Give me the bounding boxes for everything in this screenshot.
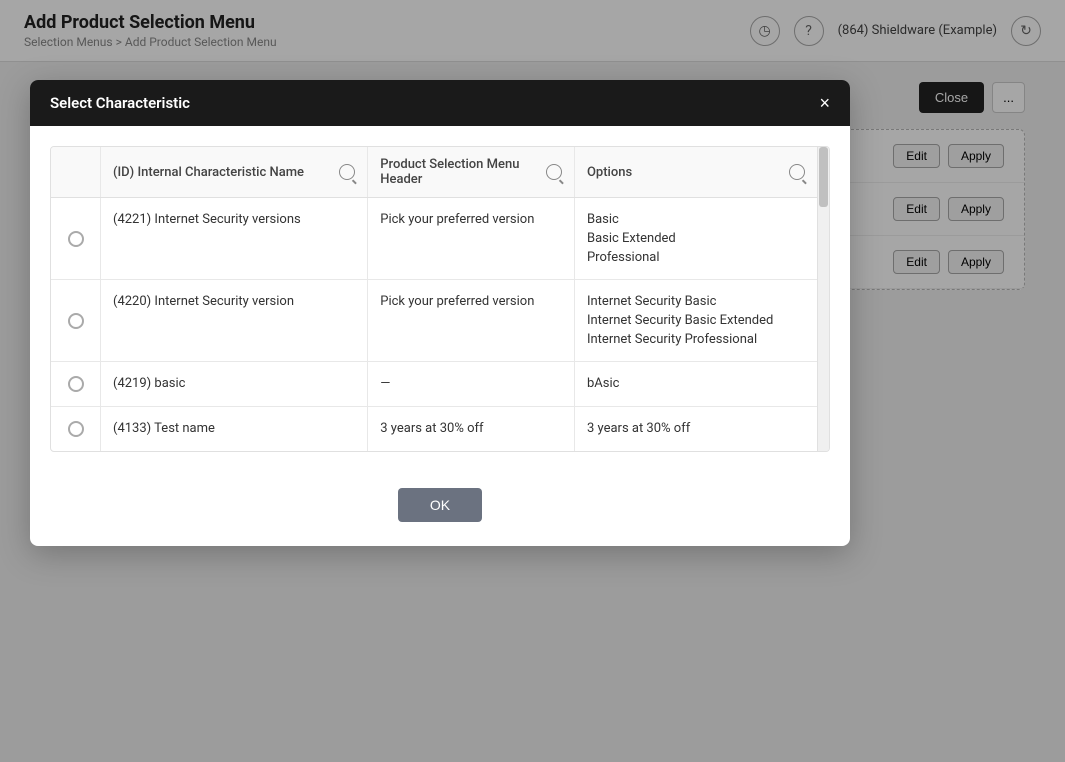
radio-4219[interactable] <box>51 362 101 406</box>
modal-title: Select Characteristic <box>50 94 190 112</box>
modal-footer: OK <box>30 472 850 546</box>
options-list-4219: bAsic <box>587 376 619 391</box>
search-header-icon[interactable] <box>546 164 562 180</box>
name-4133: (4133) Test name <box>101 407 368 451</box>
scroll-thumb[interactable] <box>819 147 828 207</box>
table-row-4221: (4221) Internet Security versions Pick y… <box>51 198 817 280</box>
option-4219-1: bAsic <box>587 376 619 391</box>
radio-4133[interactable] <box>51 407 101 451</box>
header-name-label: (ID) Internal Characteristic Name <box>113 165 304 180</box>
ok-button[interactable]: OK <box>398 488 482 522</box>
table-main: (ID) Internal Characteristic Name Produc… <box>51 147 817 451</box>
option-4221-1: Basic <box>587 212 676 227</box>
scroll-track <box>818 147 829 451</box>
characteristic-table-wrapper: (ID) Internal Characteristic Name Produc… <box>50 146 830 452</box>
radio-btn-4219[interactable] <box>68 376 84 392</box>
header-menu-header-label: Product Selection Menu Header <box>380 157 546 187</box>
option-4221-3: Professional <box>587 250 676 265</box>
radio-btn-4133[interactable] <box>68 421 84 437</box>
table-header-row: (ID) Internal Characteristic Name Produc… <box>51 147 817 198</box>
options-4221: Basic Basic Extended Professional <box>575 198 817 279</box>
table-inner: (ID) Internal Characteristic Name Produc… <box>51 147 829 451</box>
modal-close-button[interactable]: × <box>819 94 830 112</box>
table-row-4219: (4219) basic — bAsic <box>51 362 817 407</box>
option-4133-1: 3 years at 30% off <box>587 421 690 436</box>
option-4220-1: Internet Security Basic <box>587 294 773 309</box>
header-menu-header: Product Selection Menu Header <box>368 147 575 197</box>
options-list-4133: 3 years at 30% off <box>587 421 690 436</box>
search-name-icon[interactable] <box>339 164 355 180</box>
header-options: Options <box>575 147 817 197</box>
header-name: (ID) Internal Characteristic Name <box>101 147 368 197</box>
radio-btn-4221[interactable] <box>68 231 84 247</box>
table-row-4133: (4133) Test name 3 years at 30% off 3 ye… <box>51 407 817 451</box>
radio-4220[interactable] <box>51 280 101 361</box>
name-4219: (4219) basic <box>101 362 368 406</box>
options-list-4220: Internet Security Basic Internet Securit… <box>587 294 773 347</box>
option-4220-3: Internet Security Professional <box>587 332 773 347</box>
header-radio <box>51 147 101 197</box>
header-4221: Pick your preferred version <box>368 198 575 279</box>
option-4221-2: Basic Extended <box>587 231 676 246</box>
header-options-label: Options <box>587 165 632 180</box>
name-4221: (4221) Internet Security versions <box>101 198 368 279</box>
radio-btn-4220[interactable] <box>68 313 84 329</box>
options-list-4221: Basic Basic Extended Professional <box>587 212 676 265</box>
modal-body: (ID) Internal Characteristic Name Produc… <box>30 126 850 472</box>
header-4219: — <box>368 362 575 406</box>
search-options-icon[interactable] <box>789 164 805 180</box>
table-row-4220: (4220) Internet Security version Pick yo… <box>51 280 817 362</box>
options-4220: Internet Security Basic Internet Securit… <box>575 280 817 361</box>
name-4220: (4220) Internet Security version <box>101 280 368 361</box>
radio-4221[interactable] <box>51 198 101 279</box>
header-4133: 3 years at 30% off <box>368 407 575 451</box>
header-4220: Pick your preferred version <box>368 280 575 361</box>
modal-header: Select Characteristic × <box>30 80 850 126</box>
table-scrollbar[interactable] <box>817 147 829 451</box>
options-4219: bAsic <box>575 362 817 406</box>
select-characteristic-modal: Select Characteristic × (ID) Internal Ch… <box>30 80 850 546</box>
option-4220-2: Internet Security Basic Extended <box>587 313 773 328</box>
options-4133: 3 years at 30% off <box>575 407 817 451</box>
